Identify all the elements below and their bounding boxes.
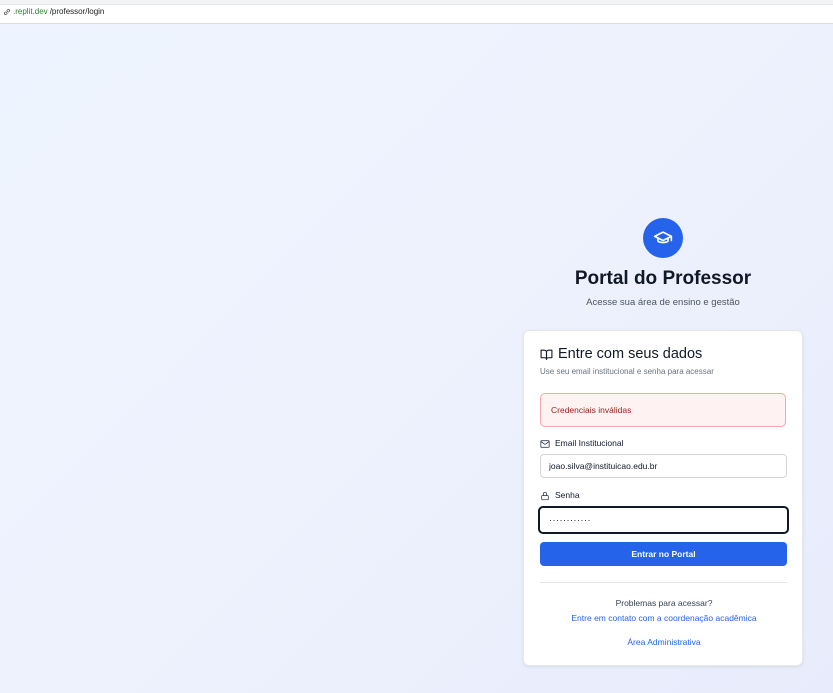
- divider: [540, 582, 787, 583]
- logo: [643, 218, 683, 258]
- card-description: Use seu email institucional e senha para…: [540, 367, 714, 376]
- email-label-text: Email Institucional: [555, 438, 624, 448]
- card-title: Entre com seus dados: [558, 346, 703, 362]
- page-title: Portal do Professor: [574, 268, 752, 289]
- lock-icon: [541, 491, 549, 500]
- contact-coordination-link[interactable]: Entre em contato com a coordenação acadê…: [524, 613, 804, 624]
- card-header: Entre com seus dados: [540, 344, 702, 364]
- email-field[interactable]: joao.silva@instituicao.edu.br: [540, 454, 787, 478]
- url-host: .replit.dev: [13, 7, 48, 16]
- graduation-cap-icon: [653, 231, 673, 244]
- url-display[interactable]: .replit.dev/professor/login: [3, 7, 104, 17]
- admin-area-link[interactable]: Área Administrativa: [524, 637, 804, 648]
- url-path: /professor/login: [49, 7, 105, 16]
- mail-icon: [540, 439, 550, 448]
- link-icon: [4, 9, 10, 15]
- help-text: Problemas para acessar?: [615, 598, 713, 608]
- page-subtitle: Acesse sua área de ensino e gestão: [586, 297, 740, 308]
- password-field[interactable]: ············: [538, 506, 789, 534]
- login-card: Entre com seus dados Use seu email insti…: [523, 330, 803, 666]
- password-label: Senha: [540, 490, 580, 501]
- browser-address-bar[interactable]: .replit.dev/professor/login: [0, 0, 833, 24]
- password-label-text: Senha: [555, 490, 580, 500]
- email-label: Email Institucional: [540, 438, 624, 449]
- submit-button[interactable]: Entrar no Portal: [540, 542, 787, 566]
- error-alert: Credenciais inválidas: [540, 393, 786, 427]
- book-open-icon: [540, 349, 553, 360]
- tab-strip: [0, 0, 833, 5]
